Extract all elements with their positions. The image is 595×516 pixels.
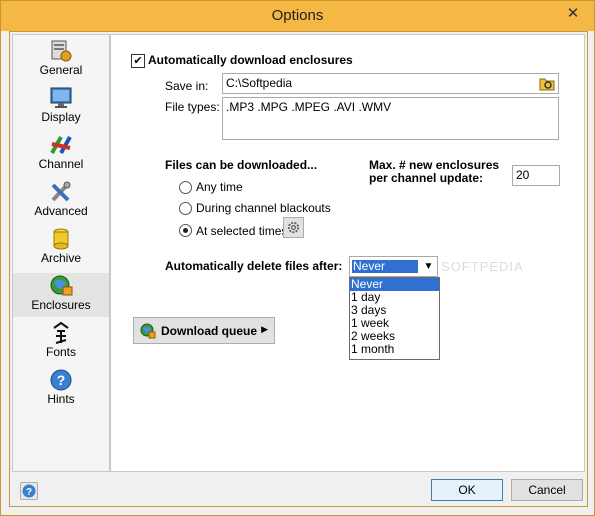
gear-icon	[287, 221, 300, 234]
display-icon	[50, 87, 72, 108]
max-enclosures-label-2: per channel update:	[369, 171, 484, 185]
download-queue-label: Download queue	[161, 324, 257, 338]
dropdown-option[interactable]: 1 month	[350, 343, 439, 356]
auto-download-label: Automatically download enclosures	[148, 53, 353, 67]
radio-selected-times-label: At selected times	[196, 224, 288, 238]
window-title: Options	[271, 7, 324, 24]
radio-any-time-label: Any time	[196, 180, 243, 194]
dialog-body: General Display Channel Advanced Archive…	[9, 31, 588, 507]
title-bar[interactable]: Options ✕	[1, 1, 594, 31]
sidebar-item-fonts[interactable]: Fonts	[13, 320, 109, 364]
advanced-icon	[51, 181, 71, 202]
fonts-icon	[53, 322, 69, 344]
browse-folder-icon[interactable]	[539, 76, 555, 91]
enclosures-icon	[50, 275, 73, 296]
max-enclosures-input[interactable]: 20	[512, 165, 560, 186]
ok-button[interactable]: OK	[431, 479, 503, 501]
schedule-settings-button[interactable]	[283, 217, 304, 238]
radio-blackouts-label: During channel blackouts	[196, 201, 331, 215]
max-enclosures-label-1: Max. # new enclosures	[369, 158, 500, 172]
chevron-down-icon[interactable]: ▼	[422, 259, 435, 274]
hints-icon: ?	[50, 369, 72, 391]
close-icon[interactable]: ✕	[562, 5, 584, 23]
options-window: Options ✕ General Display Channel Advanc…	[0, 0, 595, 516]
save-in-input[interactable]: C:\Softpedia	[222, 73, 559, 94]
radio-blackouts[interactable]	[179, 202, 192, 215]
file-types-label: File types:	[165, 100, 220, 114]
auto-download-checkbox[interactable]: ✔	[131, 54, 145, 68]
cancel-button[interactable]: Cancel	[511, 479, 583, 501]
archive-icon	[53, 228, 69, 250]
sidebar-item-enclosures[interactable]: Enclosures	[13, 273, 109, 317]
sidebar-item-general[interactable]: General	[13, 38, 109, 82]
auto-delete-dropdown-list[interactable]: Never 1 day 3 days 1 week 2 weeks 1 mont…	[349, 277, 440, 360]
sidebar-item-display[interactable]: Display	[13, 85, 109, 129]
auto-delete-select[interactable]: Never ▼	[349, 256, 438, 277]
download-queue-icon	[140, 323, 156, 339]
sidebar: General Display Channel Advanced Archive…	[12, 34, 110, 472]
sidebar-item-archive[interactable]: Archive	[13, 226, 109, 270]
sidebar-item-hints[interactable]: ? Hints	[13, 367, 109, 411]
chevron-right-icon: ▶	[261, 324, 268, 334]
enclosures-panel: ✔ Automatically download enclosures Save…	[110, 34, 585, 472]
radio-selected-times[interactable]	[179, 224, 192, 237]
files-downloaded-label: Files can be downloaded...	[165, 158, 318, 172]
download-queue-button[interactable]: Download queue ▶	[133, 317, 275, 344]
channel-icon	[50, 136, 72, 154]
button-bar: ? OK Cancel	[12, 474, 585, 504]
svg-text:?: ?	[57, 372, 66, 388]
save-in-value: C:\Softpedia	[226, 76, 293, 90]
save-in-label: Save in:	[165, 79, 209, 93]
help-icon: ?	[22, 484, 36, 498]
auto-delete-label: Automatically delete files after:	[165, 259, 343, 273]
general-icon	[51, 40, 72, 62]
auto-delete-value: Never	[352, 260, 418, 273]
file-types-value: .MP3 .MPG .MPEG .AVI .WMV	[226, 100, 392, 114]
help-button[interactable]: ?	[20, 482, 38, 500]
sidebar-item-channel[interactable]: Channel	[13, 132, 109, 176]
radio-any-time[interactable]	[179, 181, 192, 194]
watermark: SOFTPEDIA	[441, 259, 524, 274]
sidebar-item-advanced[interactable]: Advanced	[13, 179, 109, 223]
svg-text:?: ?	[26, 487, 32, 498]
file-types-input[interactable]: .MP3 .MPG .MPEG .AVI .WMV	[222, 97, 559, 140]
